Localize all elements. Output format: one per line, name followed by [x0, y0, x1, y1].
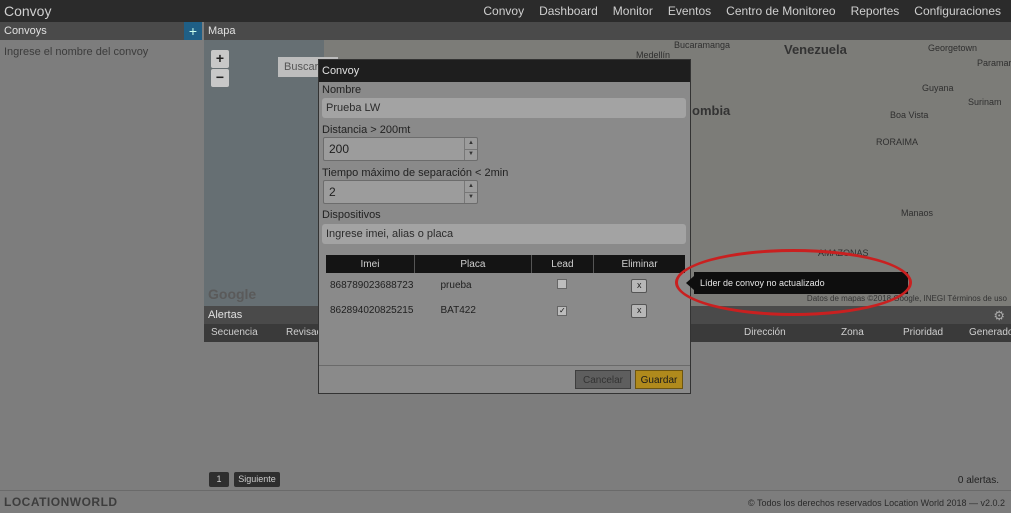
alerts-title: Alertas: [208, 309, 243, 321]
map-label-roraima: RORAIMA: [876, 137, 919, 147]
col-direccion[interactable]: Dirección: [744, 324, 786, 342]
nav-monitor[interactable]: Monitor: [613, 4, 653, 18]
add-convoy-button[interactable]: +: [184, 22, 202, 40]
lead-cell: ✓: [531, 298, 593, 323]
col-placa: Placa: [413, 255, 532, 273]
table-row: 862894020825215 BAT422 ✓ x: [326, 298, 685, 323]
col-eliminar: Eliminar: [593, 255, 685, 273]
nav-centro-monitoreo[interactable]: Centro de Monitoreo: [726, 4, 835, 18]
nav-dashboard[interactable]: Dashboard: [539, 4, 598, 18]
distancia-value[interactable]: 200: [329, 142, 349, 156]
convoy-search-input[interactable]: Ingrese el nombre del convoy: [0, 40, 202, 64]
col-zona[interactable]: Zona: [841, 324, 864, 342]
location-world-logo: LOCATIONWORLD: [4, 495, 118, 509]
top-nav: Convoy Dashboard Monitor Eventos Centro …: [483, 4, 1001, 18]
decrement-icon[interactable]: ▼: [465, 149, 477, 160]
delete-cell: x: [594, 273, 686, 298]
device-imei: 862894020825215: [330, 305, 414, 316]
delete-device-button[interactable]: x: [631, 303, 648, 318]
footer: LOCATIONWORLD © Todos los derechos reser…: [0, 490, 1011, 513]
distancia-label: Distancia > 200mt: [322, 124, 411, 136]
map-label-venezuela: Venezuela: [784, 42, 847, 57]
app-title[interactable]: Convoy: [4, 3, 51, 19]
map-label-bucaramanga: Bucaramanga: [674, 40, 731, 50]
map-label-guyana: Guyana: [922, 83, 954, 93]
nav-reportes[interactable]: Reportes: [851, 4, 900, 18]
copyright-text: © Todos los derechos reservados Location…: [748, 498, 1005, 508]
nav-configuraciones[interactable]: Configuraciones: [914, 4, 1001, 18]
dispositivos-label: Dispositivos: [322, 209, 381, 221]
zoom-out-button[interactable]: −: [211, 69, 229, 87]
alerts-pager: 1 Siguiente 0 alertas.: [204, 467, 1011, 490]
lead-cell: [531, 273, 593, 298]
tiempo-stepper[interactable]: 2 ▲ ▼: [323, 180, 478, 204]
dispositivos-input[interactable]: Ingrese imei, alias o placa: [322, 224, 686, 244]
annotation-ellipse: [675, 249, 912, 316]
device-placa: BAT422: [440, 305, 476, 316]
col-lead: Lead: [530, 255, 594, 273]
convoys-header: Convoys +: [0, 22, 202, 40]
nav-eventos[interactable]: Eventos: [668, 4, 711, 18]
distancia-stepper[interactable]: 200 ▲ ▼: [323, 137, 478, 161]
zoom-in-button[interactable]: +: [211, 50, 229, 68]
col-generado[interactable]: Generado: [969, 324, 1011, 342]
delete-cell: x: [594, 298, 686, 323]
map-label-colombia: ombia: [692, 103, 731, 118]
device-imei: 868789023688723: [330, 280, 414, 291]
save-button[interactable]: Guardar: [635, 370, 683, 389]
map-label-paramaribo: Paramar: [977, 58, 1011, 68]
tiempo-value[interactable]: 2: [329, 185, 336, 199]
cancel-button[interactable]: Cancelar: [575, 370, 631, 389]
nombre-input[interactable]: Prueba LW: [322, 98, 686, 118]
convoy-modal: Convoy Nombre Prueba LW Distancia > 200m…: [318, 59, 691, 394]
map-label-surinam: Surinam: [968, 97, 1002, 107]
map-label-manaos: Manaos: [901, 208, 934, 218]
convoys-title: Convoys: [4, 25, 47, 37]
nav-convoy[interactable]: Convoy: [483, 4, 524, 18]
page-1-button[interactable]: 1: [209, 472, 229, 487]
decrement-icon[interactable]: ▼: [465, 192, 477, 203]
table-row: 868789023688723 prueba x: [326, 273, 685, 298]
lead-checkbox[interactable]: [557, 279, 568, 289]
map-header: Mapa: [204, 22, 1011, 40]
map-label-boa-vista: Boa Vista: [890, 110, 929, 120]
delete-device-button[interactable]: x: [631, 278, 648, 293]
map-title: Mapa: [208, 25, 236, 37]
alert-count: 0 alertas.: [957, 475, 999, 486]
distancia-arrows: ▲ ▼: [464, 138, 477, 160]
modal-title: Convoy: [319, 60, 690, 82]
convoys-panel: Convoys + Ingrese el nombre del convoy: [0, 22, 202, 490]
devices-table: Imei Placa Lead Eliminar 868789023688723…: [326, 255, 685, 323]
col-prioridad[interactable]: Prioridad: [903, 324, 943, 342]
col-imei: Imei: [326, 255, 415, 273]
top-bar: Convoy Convoy Dashboard Monitor Eventos …: [0, 0, 1011, 22]
tiempo-arrows: ▲ ▼: [464, 181, 477, 203]
col-secuencia[interactable]: Secuencia: [211, 324, 258, 342]
gear-icon[interactable]: ⚙: [993, 307, 1005, 325]
tiempo-label: Tiempo máximo de separación < 2min: [322, 167, 509, 179]
lead-checkbox-checked[interactable]: ✓: [557, 306, 568, 316]
map-label-georgetown: Georgetown: [928, 43, 978, 53]
device-placa: prueba: [440, 280, 472, 291]
google-logo: Google: [208, 286, 257, 302]
modal-footer: Cancelar Guardar: [319, 365, 690, 393]
nombre-label: Nombre: [322, 84, 362, 96]
next-page-button[interactable]: Siguiente: [234, 472, 280, 487]
